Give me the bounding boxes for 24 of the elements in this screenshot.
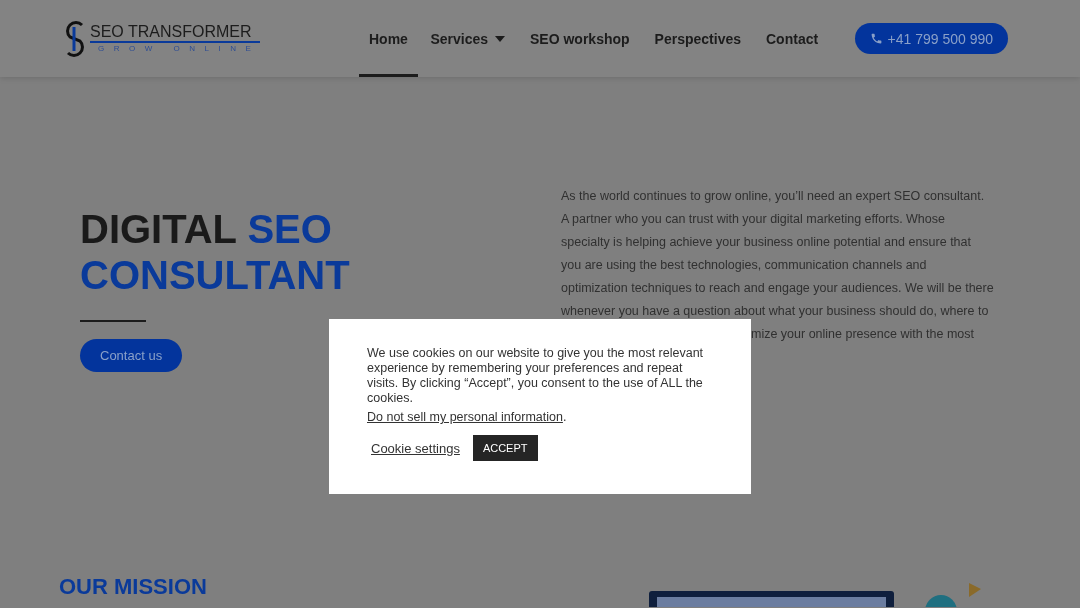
hero-heading: DIGITAL SEO CONSULTANT	[80, 206, 351, 298]
paragraph-line: specialty is helping achieve your business online potential and ensure that	[561, 234, 972, 251]
nav-link[interactable]: SEO workshop	[517, 0, 643, 77]
nav-link[interactable]: Services	[417, 0, 518, 77]
cookie-message: We use cookies on our website to give you the most relevant experience by remembering your preferences and repeat visits. By clicking “Accept”, you consent to the use of ALL the cookies.	[367, 346, 705, 406]
phone-button[interactable]: +41 799 500 990	[854, 23, 1008, 54]
nav-link[interactable]: Perspectives	[642, 0, 754, 77]
paragraph-line: whenever you have a question about what your business should do, where to	[561, 303, 990, 320]
nav-link[interactable]: Home	[359, 0, 418, 77]
phone-icon	[869, 32, 883, 45]
cookie-settings-link[interactable]: Cookie settings	[371, 440, 460, 456]
privacy-link[interactable]: Do not sell my personal information	[367, 410, 563, 424]
accept-button[interactable]: ACCEPT	[472, 435, 538, 461]
nav-link[interactable]: Contact	[753, 0, 831, 77]
link-period: .	[562, 410, 567, 424]
contact-button[interactable]: Contact us	[80, 339, 183, 372]
paragraph-line: A partner who you can trust with your digital marketing efforts. Whose	[561, 211, 946, 228]
paragraph-line: mize your online presence with the most	[750, 326, 976, 343]
paragraph-line: optimization techniques to reach and engage your audiences. We will be there	[561, 280, 994, 297]
logo-tagline: GROW ONLINE	[97, 42, 261, 55]
paragraph-line: you are using the best technologies, communication channels and	[561, 257, 928, 274]
section-kicker: OUR MISSION	[59, 575, 208, 599]
logo-title: SEO TRANSFORMER	[90, 22, 261, 43]
paragraph-line: As the world continues to grow online, you’ll need an expert SEO consultant.	[561, 188, 986, 205]
